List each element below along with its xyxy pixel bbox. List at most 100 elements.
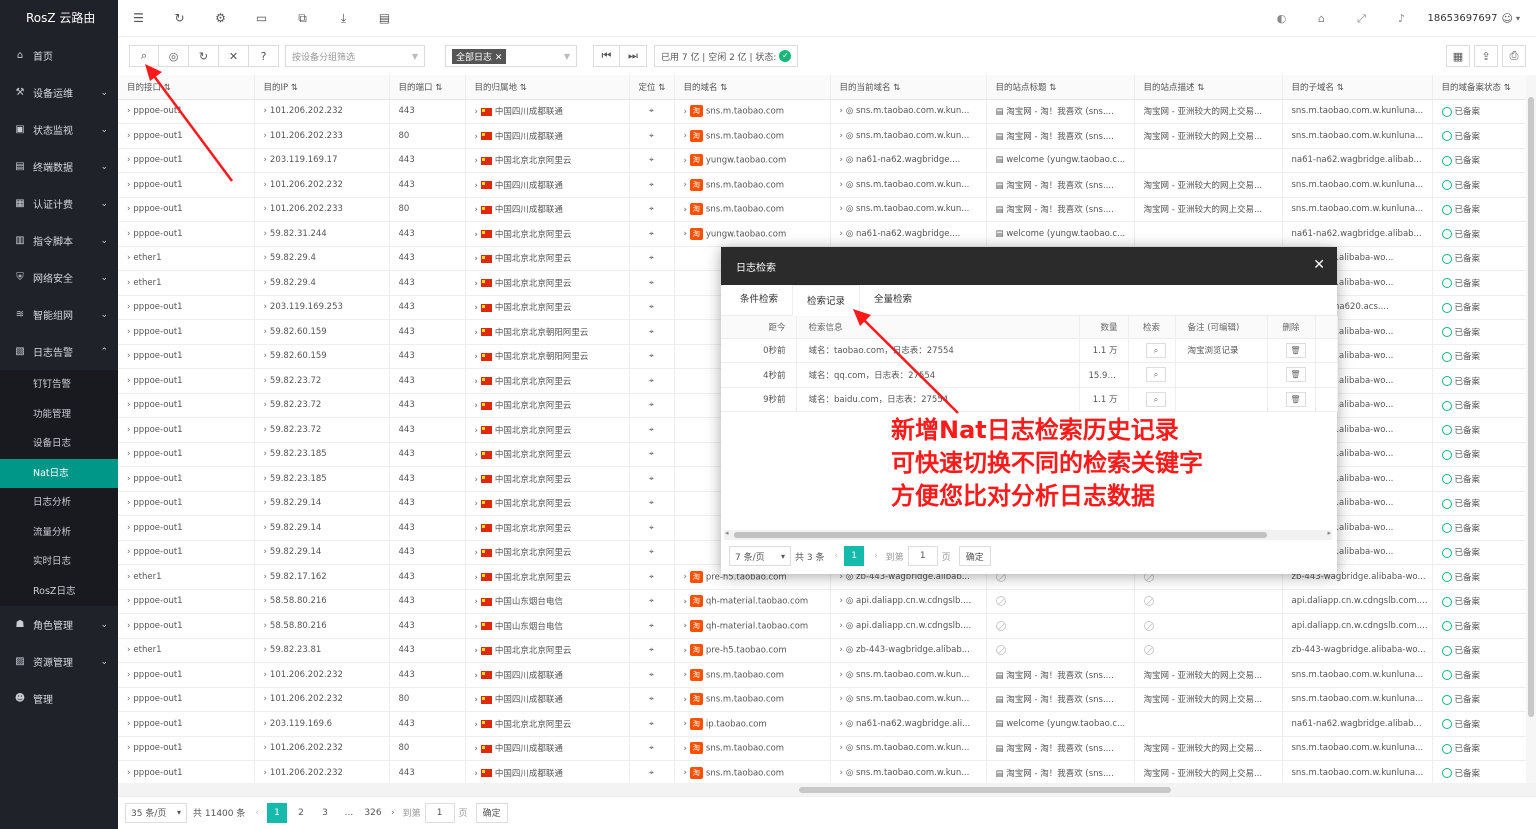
chevron-right-icon[interactable]: › bbox=[264, 621, 267, 631]
sidebar-item[interactable]: ⚒ 设备运维 ⌄ bbox=[0, 74, 118, 111]
chevron-right-icon[interactable]: › bbox=[264, 302, 267, 312]
user-name[interactable]: 18653697697 bbox=[1428, 13, 1498, 24]
chevron-right-icon[interactable]: › bbox=[840, 719, 843, 729]
chevron-right-icon[interactable]: › bbox=[684, 670, 687, 680]
chevron-right-icon[interactable]: › bbox=[264, 253, 267, 263]
chevron-right-icon[interactable]: › bbox=[127, 278, 130, 288]
chevron-right-icon[interactable]: › bbox=[475, 720, 478, 730]
map-pin-icon[interactable]: ⌖ bbox=[649, 449, 654, 459]
globe-icon[interactable]: ◎ bbox=[159, 45, 189, 67]
refresh-icon[interactable]: ↻ bbox=[189, 45, 219, 67]
chevron-right-icon[interactable]: › bbox=[475, 328, 478, 338]
chevron-right-icon[interactable]: › bbox=[127, 743, 130, 753]
column-header[interactable]: 目的归属地 ⇅ bbox=[465, 75, 630, 100]
chevron-right-icon[interactable]: › bbox=[264, 376, 267, 386]
modal-tab[interactable]: 全量检索 bbox=[860, 284, 926, 315]
chevron-right-icon[interactable]: › bbox=[475, 254, 478, 264]
group-filter-select[interactable]: 按设备分组筛选 ▼ bbox=[285, 45, 425, 67]
chevron-right-icon[interactable]: › bbox=[840, 180, 843, 190]
chevron-right-icon[interactable]: › bbox=[840, 768, 843, 778]
columns-icon[interactable]: ▦ bbox=[1446, 45, 1470, 67]
chevron-right-icon[interactable]: › bbox=[264, 596, 267, 606]
chevron-right-icon[interactable]: › bbox=[127, 180, 130, 190]
chevron-right-icon[interactable]: › bbox=[475, 132, 478, 142]
map-pin-icon[interactable]: ⌖ bbox=[649, 278, 654, 288]
chevron-right-icon[interactable]: › bbox=[127, 425, 130, 435]
map-pin-icon[interactable]: ⌖ bbox=[649, 155, 654, 165]
print-icon[interactable]: ⎙ bbox=[1502, 45, 1526, 67]
column-header[interactable]: 目的端口 ⇅ bbox=[389, 75, 466, 100]
sort-icon[interactable]: ⇅ bbox=[433, 83, 442, 93]
trash-icon[interactable]: 🗑 bbox=[1285, 367, 1306, 383]
next-page-icon[interactable]: › bbox=[391, 808, 395, 818]
chevron-right-icon[interactable]: › bbox=[264, 204, 267, 214]
chevron-right-icon[interactable]: › bbox=[264, 229, 267, 239]
goto-page-input[interactable]: 1 bbox=[424, 802, 455, 823]
chevron-right-icon[interactable]: › bbox=[475, 524, 478, 534]
chevron-right-icon[interactable]: › bbox=[475, 695, 478, 705]
sort-icon[interactable]: ⇅ bbox=[288, 83, 298, 93]
sidebar-subitem[interactable]: RosZ日志 bbox=[0, 576, 118, 606]
chevron-right-icon[interactable]: › bbox=[684, 156, 687, 166]
search-icon[interactable]: ⌕ bbox=[129, 45, 159, 67]
chevron-right-icon[interactable]: › bbox=[840, 229, 843, 239]
sidebar-subitem[interactable]: 钉钉告警 bbox=[0, 370, 118, 400]
modal-goto-input[interactable]: 1 bbox=[907, 546, 938, 566]
map-pin-icon[interactable]: ⌖ bbox=[649, 351, 654, 361]
chevron-right-icon[interactable]: › bbox=[475, 475, 478, 485]
map-pin-icon[interactable]: ⌖ bbox=[649, 204, 654, 214]
sort-icon[interactable]: ⇅ bbox=[1501, 83, 1511, 93]
chevron-right-icon[interactable]: › bbox=[127, 376, 130, 386]
document-icon[interactable]: ▤ bbox=[364, 11, 405, 25]
page-size-select[interactable]: 35 条/页 ▾ bbox=[125, 802, 187, 823]
export-icon[interactable]: ⇪ bbox=[1474, 45, 1498, 67]
map-pin-icon[interactable]: ⌖ bbox=[649, 596, 654, 606]
column-header[interactable]: 定位 ⇅ bbox=[629, 75, 675, 100]
table-row[interactable]: › pppoe-out1 › 101.206.202.232 443 › 中国四川成都联通 ⌖… bbox=[118, 662, 1527, 688]
horizontal-scroll-thumb[interactable] bbox=[799, 787, 1171, 793]
tag-icon[interactable]: ⌂ bbox=[1302, 12, 1342, 25]
page-number[interactable]: 1 bbox=[266, 802, 287, 823]
chevron-right-icon[interactable]: › bbox=[127, 253, 130, 263]
chevron-right-icon[interactable]: › bbox=[684, 744, 687, 754]
table-row[interactable]: › pppoe-out1 › 101.206.202.232 443 › 中国四川成都联通 ⌖… bbox=[118, 760, 1527, 783]
fullscreen-icon[interactable]: ⤢ bbox=[1342, 12, 1382, 26]
menu-toggle-icon[interactable]: ☰ bbox=[118, 11, 159, 25]
column-header[interactable]: 目的IP ⇅ bbox=[254, 75, 390, 100]
map-pin-icon[interactable]: ⌖ bbox=[649, 400, 654, 410]
chevron-right-icon[interactable]: › bbox=[264, 694, 267, 704]
trash-icon[interactable]: 🗑 bbox=[1285, 342, 1306, 358]
chevron-right-icon[interactable]: › bbox=[264, 131, 267, 141]
chevron-right-icon[interactable]: › bbox=[475, 671, 478, 681]
map-pin-icon[interactable]: ⌖ bbox=[649, 523, 654, 533]
chevron-right-icon[interactable]: › bbox=[684, 180, 687, 190]
chevron-right-icon[interactable]: › bbox=[475, 401, 478, 411]
map-pin-icon[interactable]: ⌖ bbox=[649, 768, 654, 778]
terminal-icon[interactable]: ▭ bbox=[241, 11, 282, 25]
table-row[interactable]: › pppoe-out1 › 203.119.169.6 443 › 中国北京北京阿里云 ⌖ ›… bbox=[118, 711, 1527, 737]
chevron-right-icon[interactable]: › bbox=[684, 646, 687, 656]
chevron-right-icon[interactable]: › bbox=[127, 670, 130, 680]
history-row[interactable]: 9秒前 域名：baidu.com，日志表：27554 1.1 万 ⌕ 🗑 bbox=[721, 387, 1338, 412]
table-row[interactable]: › pppoe-out1 › 101.206.202.233 80 › 中国四川成都联通 ⌖ ›… bbox=[118, 123, 1527, 149]
sidebar-subitem[interactable]: 日志分析 bbox=[0, 488, 118, 518]
chevron-right-icon[interactable]: › bbox=[475, 769, 478, 779]
horizontal-scrollbar[interactable] bbox=[118, 783, 1536, 796]
trash-icon[interactable]: 🗑 bbox=[1285, 391, 1306, 407]
map-pin-icon[interactable]: ⌖ bbox=[649, 694, 654, 704]
chevron-right-icon[interactable]: › bbox=[264, 180, 267, 190]
prev-page-icon[interactable]: ‹ bbox=[255, 808, 259, 818]
table-row[interactable]: › pppoe-out1 › 203.119.169.17 443 › 中国北京北京阿里云 ⌖… bbox=[118, 148, 1527, 173]
map-pin-icon[interactable]: ⌖ bbox=[649, 474, 654, 484]
chevron-right-icon[interactable]: › bbox=[127, 572, 130, 582]
chevron-right-icon[interactable]: › bbox=[475, 622, 478, 632]
sidebar-item[interactable]: ☗ 角色管理 ⌄ bbox=[0, 606, 118, 643]
tool-icon[interactable]: ⚙ bbox=[200, 11, 241, 25]
column-header[interactable]: 目的域名 ⇅ bbox=[674, 75, 831, 100]
chevron-right-icon[interactable]: › bbox=[127, 474, 130, 484]
map-pin-icon[interactable]: ⌖ bbox=[649, 645, 654, 655]
modal-page-number[interactable]: 1 bbox=[844, 546, 865, 566]
chevron-right-icon[interactable]: › bbox=[264, 670, 267, 680]
chevron-right-icon[interactable]: › bbox=[264, 645, 267, 655]
map-pin-icon[interactable]: ⌖ bbox=[649, 498, 654, 508]
